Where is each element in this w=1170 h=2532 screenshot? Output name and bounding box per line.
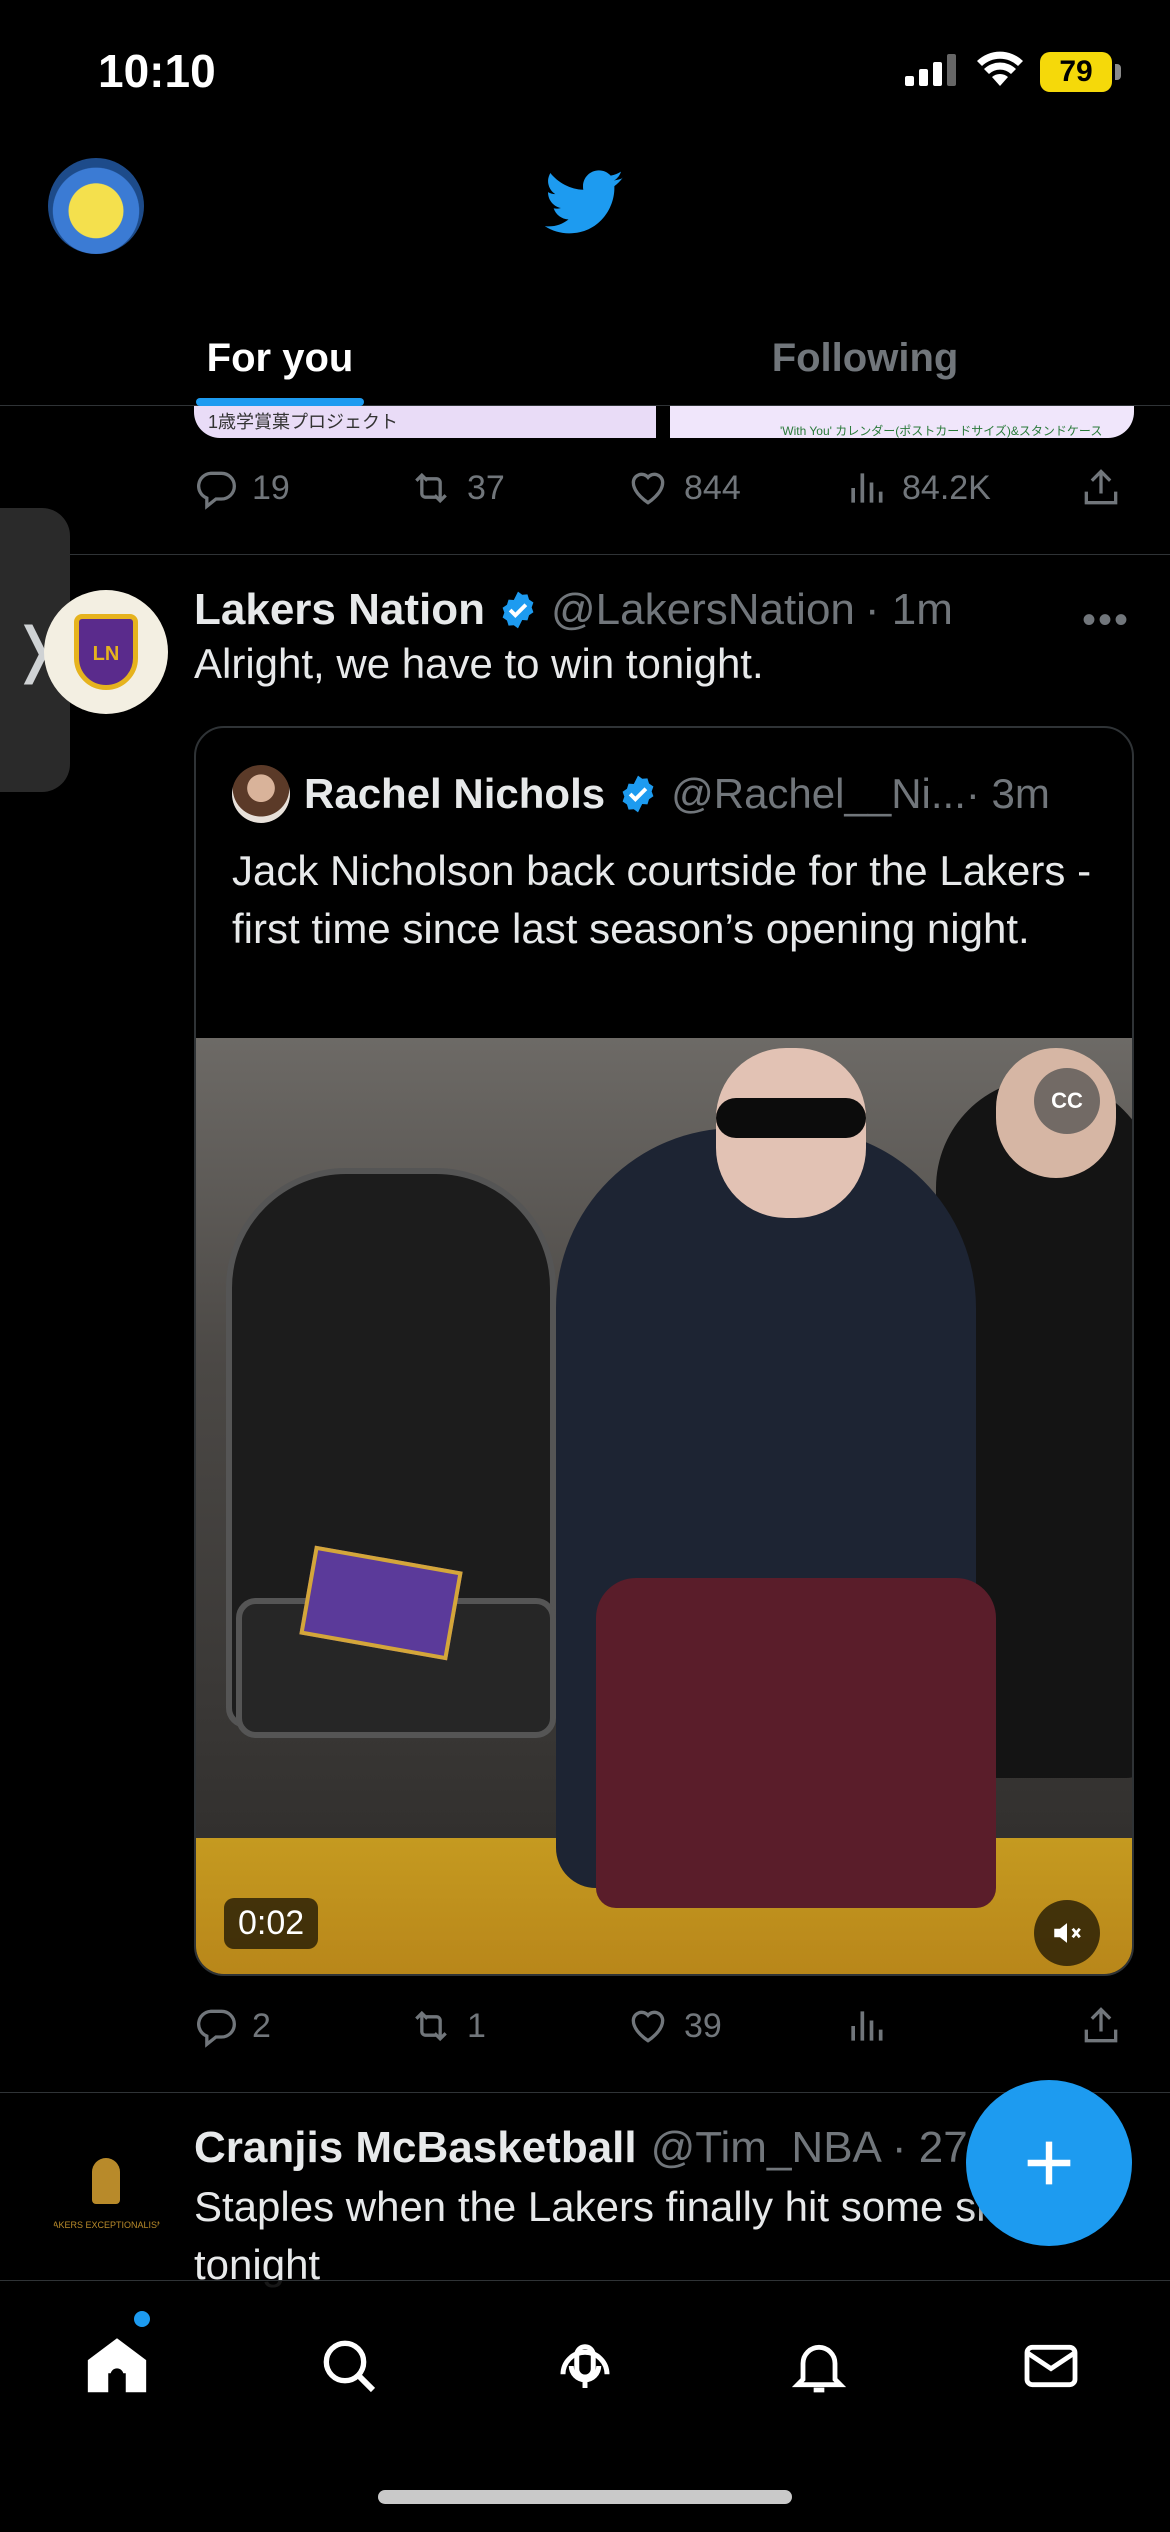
views-chart-icon [851, 2011, 883, 2041]
quoted-tweet-time: · 3m [965, 770, 1050, 817]
crown-logo-icon [92, 2158, 120, 2204]
retweet-icon [415, 472, 447, 504]
share-button[interactable] [1079, 458, 1123, 518]
like-button[interactable]: 844 [626, 458, 741, 518]
compose-tweet-button[interactable] [966, 2080, 1132, 2246]
reply-icon [197, 471, 236, 510]
status-bar: 10:10 79 [0, 0, 1170, 140]
rachel-nichols-avatar [232, 765, 290, 823]
avatar-logo-text: LAKERS EXCEPTIONALISM [47, 2220, 165, 2230]
muted-speaker-icon [1054, 1923, 1081, 1943]
previous-media-caption-left: 1歳学賞菓プロジェクト [208, 412, 399, 432]
cellular-signal-icon [905, 54, 956, 86]
share-button[interactable] [1079, 1996, 1123, 2056]
status-time: 10:10 [98, 45, 216, 97]
timeline-header: For you Following [0, 140, 1170, 406]
quoted-tweet-header: Rachel Nichols @Rachel__Ni... · 3m [232, 764, 1050, 824]
mail-icon [1024, 2344, 1078, 2388]
lakers-shield-logo: LN [74, 614, 138, 690]
divider [0, 2092, 1170, 2093]
views-button[interactable]: 84.2K [844, 458, 991, 518]
next-author-name[interactable]: Cranjis McBasketball [194, 2123, 637, 2173]
like-button[interactable]: 39 [626, 1996, 722, 2056]
tweet-actions: 2 1 39 [194, 1996, 1134, 2056]
tab-following[interactable]: Following [585, 310, 1145, 406]
retweet-count: 1 [467, 2006, 486, 2045]
spaces-icon [560, 2344, 610, 2388]
reply-count: 19 [252, 468, 290, 507]
retweet-count: 37 [467, 468, 505, 507]
timeline-tabs: For you Following [0, 310, 1170, 406]
video-person-sunglasses [716, 1098, 866, 1138]
retweet-icon [415, 2010, 447, 2042]
divider [0, 554, 1170, 555]
author-name[interactable]: Lakers Nation [194, 585, 485, 635]
video-person-pants [596, 1578, 996, 1908]
share-icon [1084, 469, 1118, 505]
tab-for-you[interactable]: For you [0, 310, 560, 406]
next-tweet-header: Cranjis McBasketball @Tim_NBA · 27m [194, 2118, 1004, 2178]
reply-icon [197, 2009, 236, 2048]
active-tab-indicator [196, 398, 364, 406]
reply-count: 2 [252, 2006, 271, 2045]
quoted-author-name: Rachel Nichols [304, 770, 606, 817]
nav-messages[interactable] [1006, 2321, 1096, 2411]
reply-button[interactable]: 19 [194, 458, 290, 518]
battery-indicator: 79 [1040, 52, 1121, 92]
plus-icon [1027, 2141, 1071, 2185]
views-chart-icon [851, 473, 883, 503]
cranjis-avatar[interactable]: LAKERS EXCEPTIONALISM [44, 2130, 168, 2254]
nav-spaces[interactable] [540, 2321, 630, 2411]
video-duration: 0:02 [224, 1898, 319, 1949]
tweet-header: Lakers Nation @LakersNation · 1m [194, 580, 953, 640]
previous-media-image-left[interactable]: 1歳学賞菓プロジェクト [194, 406, 656, 438]
mute-button[interactable] [1034, 1900, 1100, 1966]
like-count: 39 [684, 2006, 722, 2045]
views-count: 84.2K [902, 468, 991, 507]
search-icon [323, 2340, 376, 2393]
retweet-button[interactable]: 1 [409, 1996, 486, 2056]
previous-media-image-right[interactable]: 'With You' カレンダー(ポストカードサイズ)&スタンドケース [670, 406, 1134, 438]
like-count: 844 [684, 468, 741, 507]
more-options-icon[interactable]: ••• [1082, 598, 1130, 643]
tweet-time: · 1m [864, 585, 953, 634]
home-icon [87, 2338, 147, 2393]
home-notification-dot [134, 2311, 150, 2327]
nav-search[interactable] [304, 2321, 394, 2411]
lakers-nation-avatar[interactable]: LN [44, 590, 168, 714]
nav-notifications[interactable] [774, 2321, 864, 2411]
next-author-handle[interactable]: @Tim_NBA [651, 2123, 882, 2173]
previous-tweet-media[interactable]: 1歳学賞菓プロジェクト 'With You' カレンダー(ポストカードサイズ)&… [194, 406, 1134, 438]
video-player[interactable]: CC 0:02 [196, 1038, 1132, 1974]
views-button[interactable] [844, 1996, 888, 2056]
previous-tweet-actions: 19 37 844 84.2K [194, 458, 1134, 518]
nav-home[interactable] [72, 2321, 162, 2411]
reply-button[interactable]: 2 [194, 1996, 271, 2056]
avatar-logo-text: LN [92, 643, 120, 665]
heart-icon [631, 472, 665, 505]
profile-avatar[interactable] [48, 158, 144, 254]
heart-icon [631, 2010, 665, 2043]
share-icon [1084, 2007, 1118, 2043]
next-tweet-text: Staples when the Lakers finally hit some… [194, 2183, 1056, 2288]
verified-badge-icon [622, 775, 654, 813]
bell-icon [791, 2344, 847, 2393]
author-handle[interactable]: @LakersNation [551, 585, 855, 635]
home-indicator-bar [378, 2490, 792, 2504]
retweet-button[interactable]: 37 [409, 458, 505, 518]
wifi-icon [977, 51, 1023, 86]
captions-button[interactable]: CC [1034, 1068, 1100, 1134]
previous-media-caption-right: 'With You' カレンダー(ポストカードサイズ)&スタンドケース [780, 424, 1103, 438]
quoted-author-handle: @Rachel__Ni... [671, 770, 966, 817]
quoted-tweet-text: Jack Nicholson back courtside for the La… [232, 847, 1092, 952]
tweet-text: Alright, we have to win tonight. [194, 640, 764, 687]
twitter-bird-icon[interactable] [545, 170, 625, 236]
verified-badge-icon [502, 591, 534, 629]
quoted-tweet[interactable]: Rachel Nichols @Rachel__Ni... · 3m Jack … [194, 726, 1134, 1976]
